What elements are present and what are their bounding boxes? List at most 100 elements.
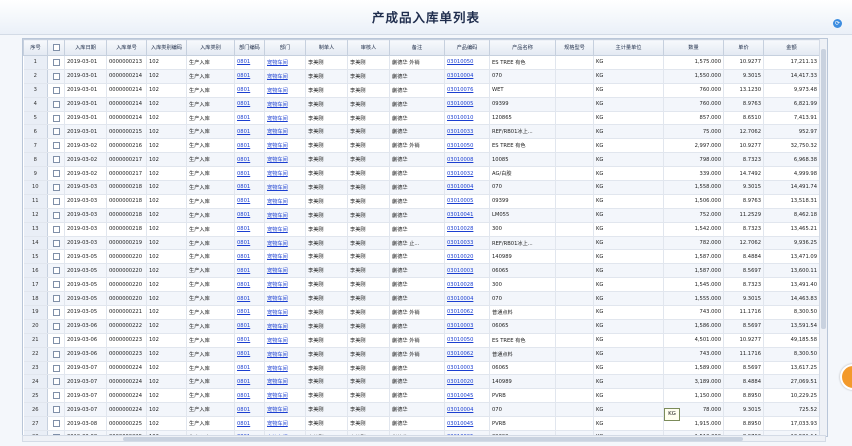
col-product-code[interactable]: 03010008 bbox=[444, 152, 490, 168]
col-product-code[interactable]: 03010005 bbox=[444, 97, 490, 112]
col-dept[interactable]: 宠物车间 bbox=[264, 374, 306, 390]
col-product-code[interactable]: 03010076 bbox=[444, 83, 490, 98]
col-dept-code[interactable]: 0801 bbox=[234, 333, 265, 348]
col-product-code[interactable]: 03010003 bbox=[444, 263, 490, 279]
row-checkbox[interactable] bbox=[52, 378, 60, 386]
col-product-code[interactable]: 03010020 bbox=[444, 374, 490, 390]
header-col-amount[interactable]: 金额 bbox=[763, 39, 820, 56]
col-product-code[interactable]: 03010033 bbox=[444, 124, 490, 140]
row-checkbox[interactable] bbox=[52, 308, 60, 316]
col-dept-code[interactable]: 0801 bbox=[234, 263, 265, 279]
col-dept-code[interactable]: 0801 bbox=[234, 55, 265, 70]
col-dept-code[interactable]: 0801 bbox=[234, 208, 265, 223]
row-checkbox[interactable] bbox=[52, 350, 60, 358]
col-dept[interactable]: 宠物车间 bbox=[264, 138, 306, 154]
col-dept-code[interactable]: 0801 bbox=[234, 124, 265, 140]
header-col-dept-code[interactable]: 部门编码 bbox=[234, 39, 265, 56]
col-dept-code[interactable]: 0801 bbox=[234, 69, 265, 84]
col-product-code[interactable]: 03010005 bbox=[444, 194, 490, 209]
vertical-scrollbar[interactable] bbox=[819, 39, 827, 436]
row-checkbox[interactable] bbox=[52, 392, 60, 400]
header-col-qty[interactable]: 数量 bbox=[663, 39, 724, 56]
row-checkbox[interactable] bbox=[52, 322, 60, 330]
col-dept[interactable]: 宠物车间 bbox=[264, 319, 306, 334]
col-dept-code[interactable]: 0801 bbox=[234, 180, 265, 195]
table-row[interactable]: 20 2019-03-06 0000000222 102 生产入库 0801 宠物车间 李美刚… bbox=[23, 319, 820, 334]
header-col-product-code[interactable]: 产品编码 bbox=[444, 39, 490, 56]
table-row[interactable]: 14 2019-03-03 0000000219 102 生产入库 0801 宠物车间 李美刚… bbox=[23, 236, 820, 251]
col-dept[interactable]: 宠物车间 bbox=[264, 97, 306, 112]
col-dept-code[interactable]: 0801 bbox=[234, 222, 265, 237]
col-dept[interactable]: 宠物车间 bbox=[264, 166, 306, 182]
row-checkbox[interactable] bbox=[52, 128, 60, 136]
header-col-auditor[interactable]: 审核人 bbox=[347, 39, 390, 56]
col-product-code[interactable]: 03010028 bbox=[444, 222, 490, 237]
col-product-code[interactable]: 03010028 bbox=[444, 277, 490, 293]
col-dept[interactable]: 宠物车间 bbox=[264, 277, 306, 293]
table-row[interactable]: 18 2019-03-05 0000000220 102 生产入库 0801 宠物车间 李美刚… bbox=[23, 291, 820, 307]
col-dept-code[interactable]: 0801 bbox=[234, 249, 265, 265]
table-row[interactable]: 26 2019-03-07 0000000224 102 生产入库 0801 宠物车间 李美刚… bbox=[23, 402, 820, 418]
vertical-scroll-thumb[interactable] bbox=[821, 49, 826, 329]
col-dept[interactable]: 宠物车间 bbox=[264, 236, 306, 251]
header-col-unit[interactable]: 主计量单位 bbox=[593, 39, 664, 56]
table-row[interactable]: 19 2019-03-05 0000000221 102 生产入库 0801 宠物车间 李美刚… bbox=[23, 305, 820, 320]
table-row[interactable]: 2 2019-03-01 0000000214 102 生产入库 0801 宠物车间 李美刚李… bbox=[23, 69, 820, 84]
horizontal-scroll-thumb[interactable] bbox=[123, 437, 743, 441]
select-all-checkbox[interactable] bbox=[52, 44, 60, 51]
col-dept-code[interactable]: 0801 bbox=[234, 236, 265, 251]
col-dept-code[interactable]: 0801 bbox=[234, 152, 265, 168]
table-row[interactable]: 6 2019-03-01 0000000215 102 生产入库 0801 宠物车间 李美刚李… bbox=[23, 124, 820, 140]
col-dept[interactable]: 宠物车间 bbox=[264, 305, 306, 320]
col-product-code[interactable]: 03010050 bbox=[444, 333, 490, 348]
table-row[interactable]: 15 2019-03-05 0000000220 102 生产入库 0801 宠物车间 李美刚… bbox=[23, 249, 820, 265]
col-dept[interactable]: 宠物车间 bbox=[264, 83, 306, 98]
col-dept-code[interactable]: 0801 bbox=[234, 277, 265, 293]
header-col-doc-no[interactable]: 入库单号 bbox=[106, 39, 147, 56]
col-product-code[interactable]: 03010004 bbox=[444, 291, 490, 307]
table-row[interactable]: 1 2019-03-01 0000000213 102 生产入库 0801 宠物车间 李美刚李… bbox=[23, 55, 820, 70]
col-dept[interactable]: 宠物车间 bbox=[264, 55, 306, 70]
table-row[interactable]: 11 2019-03-03 0000000218 102 生产入库 0801 宠物车间 李美刚… bbox=[23, 194, 820, 209]
col-dept-code[interactable]: 0801 bbox=[234, 416, 265, 432]
row-checkbox[interactable] bbox=[52, 142, 60, 150]
col-dept-code[interactable]: 0801 bbox=[234, 374, 265, 390]
col-dept-code[interactable]: 0801 bbox=[234, 97, 265, 112]
col-dept[interactable]: 宠物车间 bbox=[264, 208, 306, 223]
col-product-code[interactable]: 03010010 bbox=[444, 111, 490, 126]
table-row[interactable]: 21 2019-03-06 0000000223 102 生产入库 0801 宠物车间 李美刚… bbox=[23, 333, 820, 348]
col-dept-code[interactable]: 0801 bbox=[234, 83, 265, 98]
row-checkbox[interactable] bbox=[52, 100, 60, 108]
row-checkbox[interactable] bbox=[52, 211, 60, 219]
col-dept[interactable]: 宠物车间 bbox=[264, 111, 306, 126]
table-row[interactable]: 7 2019-03-02 0000000216 102 生产入库 0801 宠物车间 李美刚李… bbox=[23, 138, 820, 154]
col-dept[interactable]: 宠物车间 bbox=[264, 347, 306, 362]
header-col-price[interactable]: 单价 bbox=[723, 39, 764, 56]
header-col-seq[interactable]: 序号 bbox=[23, 39, 48, 56]
col-dept[interactable]: 宠物车间 bbox=[264, 416, 306, 432]
table-row[interactable]: 17 2019-03-05 0000000220 102 生产入库 0801 宠物车间 李美刚… bbox=[23, 277, 820, 293]
row-checkbox[interactable] bbox=[52, 253, 60, 261]
col-product-code[interactable]: 03010004 bbox=[444, 180, 490, 195]
col-dept-code[interactable]: 0801 bbox=[234, 138, 265, 154]
table-row[interactable]: 10 2019-03-03 0000000218 102 生产入库 0801 宠物车间 李美刚… bbox=[23, 180, 820, 195]
header-col-product-name[interactable]: 产品名称 bbox=[489, 39, 556, 56]
col-dept[interactable]: 宠物车间 bbox=[264, 194, 306, 209]
row-checkbox[interactable] bbox=[52, 364, 60, 372]
row-checkbox[interactable] bbox=[52, 114, 60, 122]
col-product-code[interactable]: 03010045 bbox=[444, 416, 490, 432]
col-dept[interactable]: 宠物车间 bbox=[264, 69, 306, 84]
col-dept[interactable]: 宠物车间 bbox=[264, 152, 306, 168]
row-checkbox[interactable] bbox=[52, 58, 60, 66]
row-checkbox[interactable] bbox=[52, 406, 60, 414]
row-checkbox[interactable] bbox=[52, 239, 60, 247]
col-dept[interactable]: 宠物车间 bbox=[264, 222, 306, 237]
col-product-code[interactable]: 03010041 bbox=[444, 208, 490, 223]
col-dept-code[interactable]: 0801 bbox=[234, 305, 265, 320]
col-dept[interactable]: 宠物车间 bbox=[264, 333, 306, 348]
col-dept-code[interactable]: 0801 bbox=[234, 361, 265, 376]
table-row[interactable]: 24 2019-03-07 0000000224 102 生产入库 0801 宠物车间 李美刚… bbox=[23, 374, 820, 390]
assistant-icon[interactable] bbox=[840, 364, 852, 390]
table-row[interactable]: 22 2019-03-06 0000000223 102 生产入库 0801 宠物车间 李美刚… bbox=[23, 347, 820, 362]
table-row[interactable]: 8 2019-03-02 0000000217 102 生产入库 0801 宠物车间 李美刚李… bbox=[23, 152, 820, 168]
